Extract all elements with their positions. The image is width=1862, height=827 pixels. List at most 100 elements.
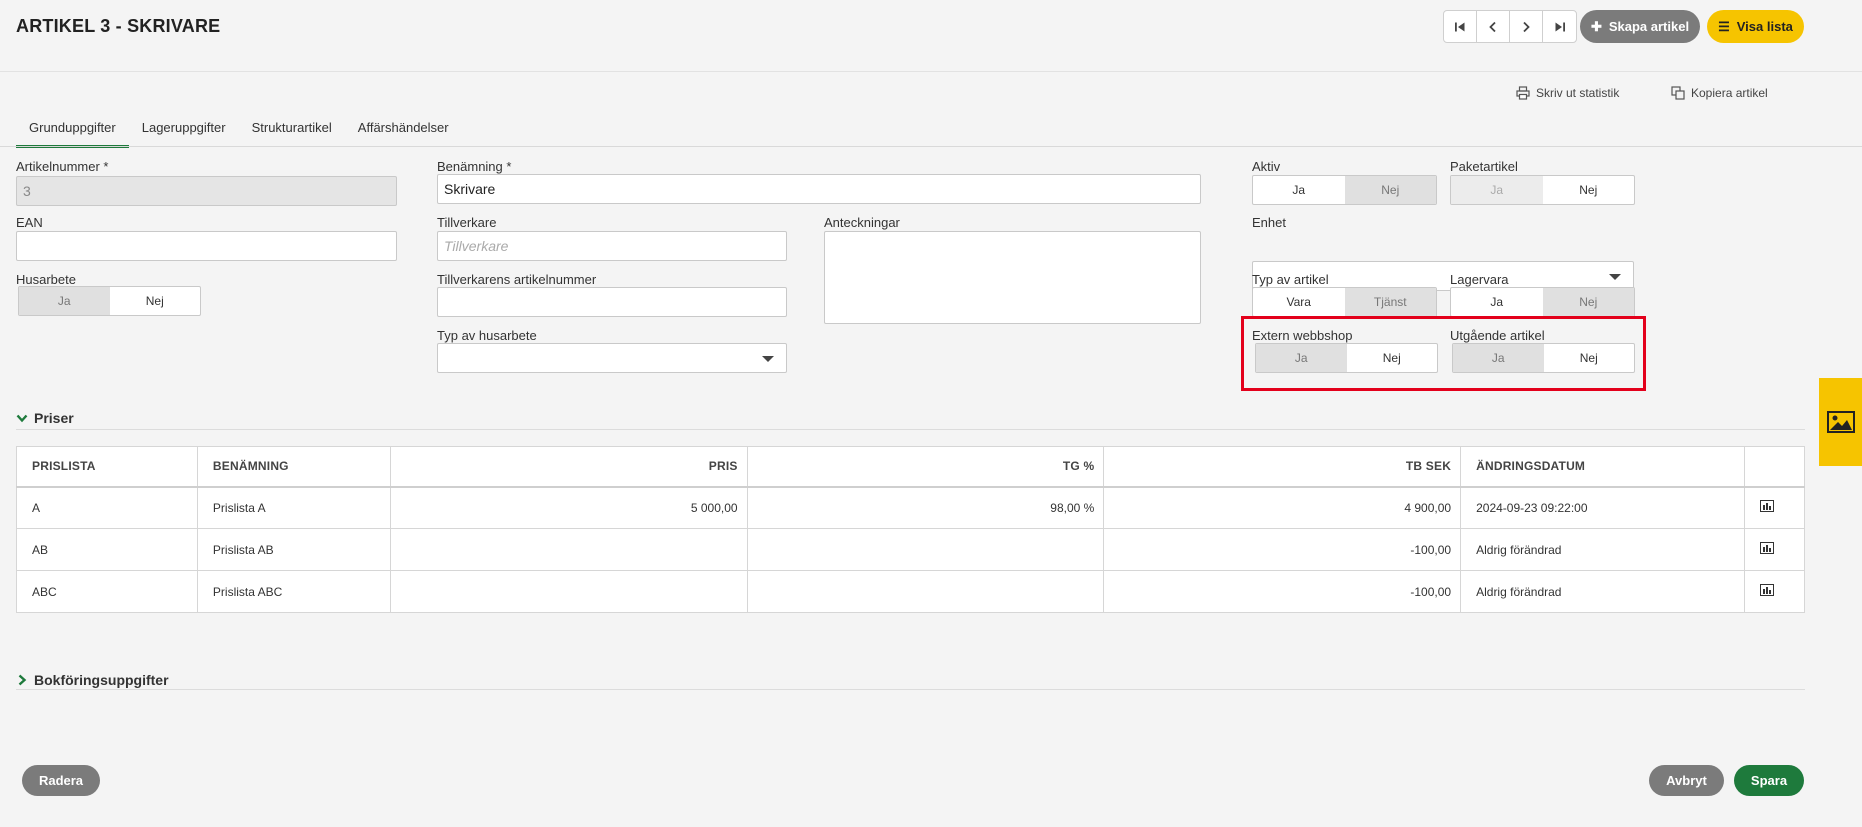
tab-affarshandelser[interactable]: Affärshändelser	[345, 116, 462, 148]
unit-label: Enhet	[1252, 215, 1286, 230]
stock-item-yes-option[interactable]: Ja	[1451, 288, 1543, 316]
tab-grunduppgifter[interactable]: Grunduppgifter	[16, 116, 129, 148]
package-article-yes-option[interactable]: Ja	[1451, 176, 1543, 204]
prices-section-title: Priser	[34, 410, 74, 426]
first-record-button[interactable]	[1444, 11, 1477, 42]
husarbete-label: Husarbete	[16, 272, 76, 287]
article-number-label: Artikelnummer *	[16, 159, 109, 174]
image-panel-button[interactable]	[1819, 378, 1862, 466]
plus-icon: ✚	[1590, 18, 1602, 34]
accounting-section-divider	[16, 689, 1805, 690]
package-article-label: Paketartikel	[1450, 159, 1518, 174]
name-input[interactable]: Skrivare	[437, 174, 1201, 204]
prices-section-divider	[16, 429, 1805, 430]
husarbete-type-label: Typ av husarbete	[437, 328, 537, 343]
manufacturer-article-number-input[interactable]	[437, 287, 787, 317]
last-icon	[1555, 22, 1565, 31]
column-header-tb[interactable]: TB SEK	[1103, 446, 1462, 488]
copy-article-label: Kopiera artikel	[1691, 86, 1768, 100]
stock-item-label: Lagervara	[1450, 272, 1509, 287]
show-list-label: Visa lista	[1736, 19, 1793, 34]
accounting-section-title: Bokföringsuppgifter	[34, 672, 169, 688]
husarbete-yes-option[interactable]: Ja	[19, 287, 110, 315]
ean-input[interactable]	[16, 231, 397, 261]
article-type-service-option[interactable]: Tjänst	[1344, 288, 1436, 316]
price-cell[interactable]	[390, 528, 748, 571]
manufacturer-placeholder: Tillverkare	[444, 238, 509, 254]
tab-bar: Grunduppgifter Lageruppgifter Strukturar…	[16, 116, 462, 148]
active-no-option[interactable]: Nej	[1344, 176, 1436, 204]
previous-record-button[interactable]	[1477, 11, 1510, 42]
column-header-name[interactable]: BENÄMNING	[197, 446, 391, 488]
record-navigation	[1443, 10, 1577, 43]
next-record-button[interactable]	[1510, 11, 1543, 42]
tg-cell[interactable]: 98,00 %	[747, 486, 1105, 529]
tg-cell[interactable]	[747, 570, 1105, 613]
tab-lageruppgifter[interactable]: Lageruppgifter	[129, 116, 239, 148]
delete-button[interactable]: Radera	[22, 765, 100, 796]
table-row: A Prislista A 5 000,00 98,00 % 4 900,00 …	[16, 486, 1805, 529]
list-icon: ☰	[1718, 18, 1730, 34]
bar-chart-icon[interactable]	[1759, 584, 1774, 596]
image-icon	[1826, 411, 1855, 433]
table-row: AB Prislista AB -100,00 Aldrig förändrad	[16, 528, 1805, 571]
printer-icon	[1516, 86, 1530, 100]
ean-label: EAN	[16, 215, 43, 230]
tab-strukturartikel[interactable]: Strukturartikel	[239, 116, 345, 148]
name-cell: Prislista A	[197, 486, 391, 529]
table-header-row: PRISLISTA BENÄMNING PRIS TG % TB SEK ÄND…	[16, 446, 1805, 488]
name-label: Benämning *	[437, 159, 512, 174]
package-article-no-option[interactable]: Nej	[1543, 176, 1635, 204]
pricelist-cell: A	[16, 486, 198, 529]
husarbete-no-option[interactable]: Nej	[110, 287, 201, 315]
chevron-right-icon	[18, 674, 27, 686]
stock-item-no-option[interactable]: Nej	[1542, 288, 1634, 316]
name-cell: Prislista ABC	[197, 570, 391, 613]
name-cell: Prislista AB	[197, 528, 391, 571]
price-cell[interactable]	[390, 570, 748, 613]
page-title: ARTIKEL 3 - SKRIVARE	[16, 16, 221, 36]
article-number-input[interactable]: 3	[16, 176, 397, 206]
header-divider	[0, 71, 1862, 72]
notes-textarea[interactable]	[824, 231, 1201, 324]
save-button[interactable]: Spara	[1734, 765, 1804, 796]
tb-cell: -100,00	[1103, 528, 1462, 571]
column-header-pricelist[interactable]: PRISLISTA	[16, 446, 198, 488]
chevron-down-icon	[1609, 274, 1621, 280]
bar-chart-icon[interactable]	[1759, 542, 1774, 554]
price-cell[interactable]: 5 000,00	[390, 486, 748, 529]
tb-cell: -100,00	[1103, 570, 1462, 613]
manufacturer-label: Tillverkare	[437, 215, 497, 230]
husarbete-type-select[interactable]	[437, 343, 787, 373]
package-article-toggle: Ja Nej	[1450, 175, 1635, 205]
cancel-button[interactable]: Avbryt	[1649, 765, 1724, 796]
article-type-toggle: Vara Tjänst	[1252, 287, 1437, 317]
show-list-button[interactable]: ☰ Visa lista	[1707, 10, 1804, 43]
tab-divider	[0, 146, 1862, 147]
bar-chart-icon[interactable]	[1759, 500, 1774, 513]
create-article-button[interactable]: ✚ Skapa artikel	[1580, 10, 1700, 43]
chevron-down-icon	[16, 414, 28, 423]
chevron-left-icon	[1489, 21, 1496, 32]
tg-cell[interactable]	[747, 528, 1105, 571]
last-record-button[interactable]	[1543, 11, 1576, 42]
column-header-price[interactable]: PRIS	[390, 446, 748, 488]
active-label: Aktiv	[1252, 159, 1281, 174]
active-yes-option[interactable]: Ja	[1253, 176, 1345, 204]
accounting-section-header[interactable]: Bokföringsuppgifter	[16, 672, 169, 688]
manufacturer-input[interactable]: Tillverkare	[437, 231, 787, 261]
copy-article-link[interactable]: Kopiera artikel	[1671, 86, 1768, 100]
table-row: ABC Prislista ABC -100,00 Aldrig förändr…	[16, 570, 1805, 613]
chevron-right-icon	[1523, 21, 1530, 32]
create-article-label: Skapa artikel	[1608, 19, 1690, 34]
changed-date-cell: Aldrig förändrad	[1460, 528, 1745, 571]
print-statistics-link[interactable]: Skriv ut statistik	[1516, 86, 1619, 100]
statistics-cell	[1744, 570, 1805, 613]
prices-section-header[interactable]: Priser	[16, 410, 74, 426]
column-header-tg[interactable]: TG %	[747, 446, 1105, 488]
notes-label: Anteckningar	[824, 215, 900, 230]
statistics-cell	[1744, 528, 1805, 571]
article-type-goods-option[interactable]: Vara	[1253, 288, 1345, 316]
column-header-changed-date[interactable]: ÄNDRINGSDATUM	[1460, 446, 1745, 488]
pricelist-cell: ABC	[16, 570, 198, 613]
